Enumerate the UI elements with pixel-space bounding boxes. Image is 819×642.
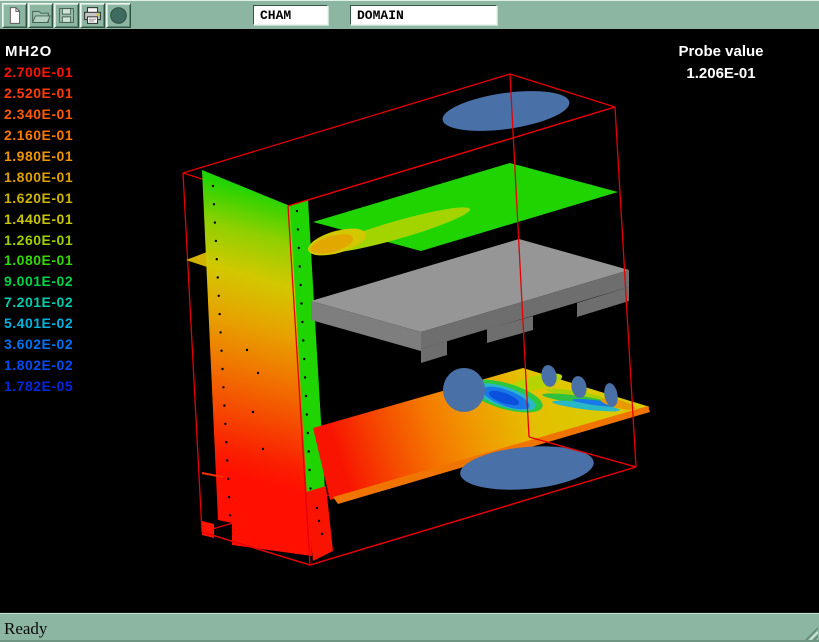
legend-variable-title: MH2O — [5, 43, 52, 60]
sphere-object — [443, 368, 485, 412]
new-button[interactable] — [2, 3, 27, 28]
page-icon — [3, 4, 26, 27]
status-bar: Ready — [0, 612, 819, 642]
open-button[interactable] — [28, 3, 53, 28]
resize-grip-icon[interactable] — [803, 625, 818, 640]
cham-field[interactable] — [253, 5, 328, 25]
print-button[interactable] — [80, 3, 105, 28]
legend-entry: 1.620E-01 — [4, 187, 73, 208]
legend-entry: 5.401E-02 — [4, 313, 73, 334]
legend-entry: 1.782E-05 — [4, 375, 73, 396]
legend-entry: 2.700E-01 — [4, 62, 73, 83]
legend-entry: 1.980E-01 — [4, 146, 73, 167]
legend-entry: 3.602E-02 — [4, 334, 73, 355]
scene-3d-view[interactable] — [0, 29, 819, 612]
legend-entry: 1.260E-01 — [4, 229, 73, 250]
save-button[interactable] — [54, 3, 79, 28]
legend-entry: 1.800E-01 — [4, 166, 73, 187]
phoenics-viewer-window: MH2O 2.700E-012.520E-012.340E-012.160E-0… — [0, 0, 819, 642]
probe-value: 1.206E-01 — [650, 65, 792, 82]
status-text: Ready — [4, 619, 47, 639]
legend-entry: 2.160E-01 — [4, 125, 73, 146]
toolbar — [0, 0, 819, 29]
circle-icon — [107, 4, 130, 27]
legend-entry: 1.440E-01 — [4, 208, 73, 229]
domain-field[interactable] — [350, 5, 497, 25]
color-legend: 2.700E-012.520E-012.340E-012.160E-011.98… — [4, 62, 73, 396]
legend-entry: 1.802E-02 — [4, 354, 73, 375]
probe-readout: Probe value 1.206E-01 — [650, 43, 792, 82]
legend-entry: 9.001E-02 — [4, 271, 73, 292]
toolbar-buttons — [2, 3, 131, 28]
render-viewport[interactable]: MH2O 2.700E-012.520E-012.340E-012.160E-0… — [0, 29, 819, 612]
folder-icon — [29, 4, 52, 27]
legend-entry: 2.340E-01 — [4, 104, 73, 125]
legend-entry: 1.080E-01 — [4, 250, 73, 271]
record-button[interactable] — [106, 3, 131, 28]
legend-entry: 7.201E-02 — [4, 292, 73, 313]
disk-icon — [55, 4, 78, 27]
printer-icon — [81, 4, 104, 27]
legend-entry: 2.520E-01 — [4, 83, 73, 104]
probe-label: Probe value — [650, 43, 792, 60]
